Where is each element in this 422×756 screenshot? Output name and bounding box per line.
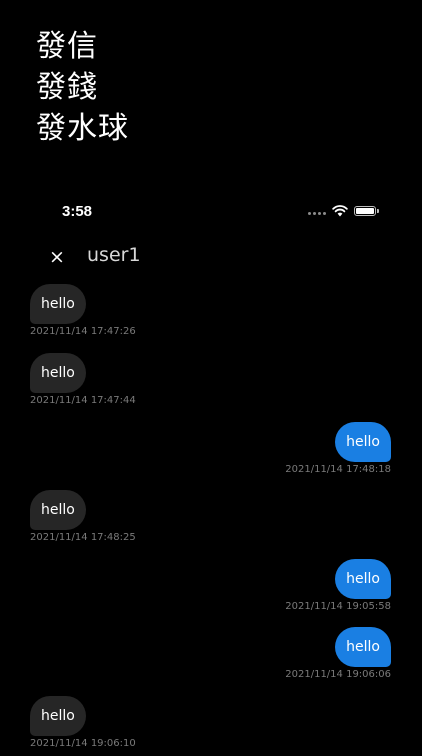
message-sent: hello 2021/11/14 19:05:58 [0, 559, 422, 619]
message-timestamp: 2021/11/14 17:47:26 [30, 326, 136, 337]
message-timestamp: 2021/11/14 17:48:18 [285, 464, 391, 475]
message-received: hello 2021/11/14 17:47:26 [0, 284, 422, 344]
message-timestamp: 2021/11/14 17:48:25 [30, 532, 136, 543]
status-icons [308, 205, 379, 217]
message-received: hello 2021/11/14 17:48:25 [0, 490, 422, 550]
message-sent: hello 2021/11/14 17:48:18 [0, 422, 422, 482]
status-bar: 3:58 [0, 200, 422, 224]
message-timestamp: 2021/11/14 19:05:58 [285, 601, 391, 612]
contact-name: user1 [87, 244, 141, 266]
message-timestamp: 2021/11/14 19:06:06 [285, 669, 391, 680]
message-timestamp: 2021/11/14 19:06:10 [30, 738, 136, 749]
message-bubble[interactable]: hello [30, 490, 86, 530]
status-time: 3:58 [62, 203, 93, 220]
battery-icon [354, 206, 379, 216]
close-icon: × [49, 245, 65, 268]
headline-line-send-money: 發錢 [36, 70, 98, 105]
message-bubble[interactable]: hello [335, 422, 391, 462]
message-bubble[interactable]: hello [30, 284, 86, 324]
headline-line-send-message: 發信 [36, 29, 98, 64]
message-sent: hello 2021/11/14 19:06:06 [0, 627, 422, 687]
promo-headline: 發信 發錢 發水球 [36, 26, 129, 149]
message-timestamp: 2021/11/14 17:47:44 [30, 395, 136, 406]
message-bubble[interactable]: hello [30, 353, 86, 393]
close-button[interactable]: × [44, 242, 70, 272]
message-received: hello 2021/11/14 17:47:44 [0, 353, 422, 413]
message-bubble[interactable]: hello [30, 696, 86, 736]
wifi-icon [332, 205, 348, 217]
message-received: hello 2021/11/14 19:06:10 [0, 696, 422, 756]
message-bubble[interactable]: hello [335, 559, 391, 599]
headline-line-send-water-ball: 發水球 [36, 111, 129, 146]
message-bubble[interactable]: hello [335, 627, 391, 667]
chat-header: × user1 [0, 240, 422, 274]
cellular-signal-icon [308, 211, 326, 215]
